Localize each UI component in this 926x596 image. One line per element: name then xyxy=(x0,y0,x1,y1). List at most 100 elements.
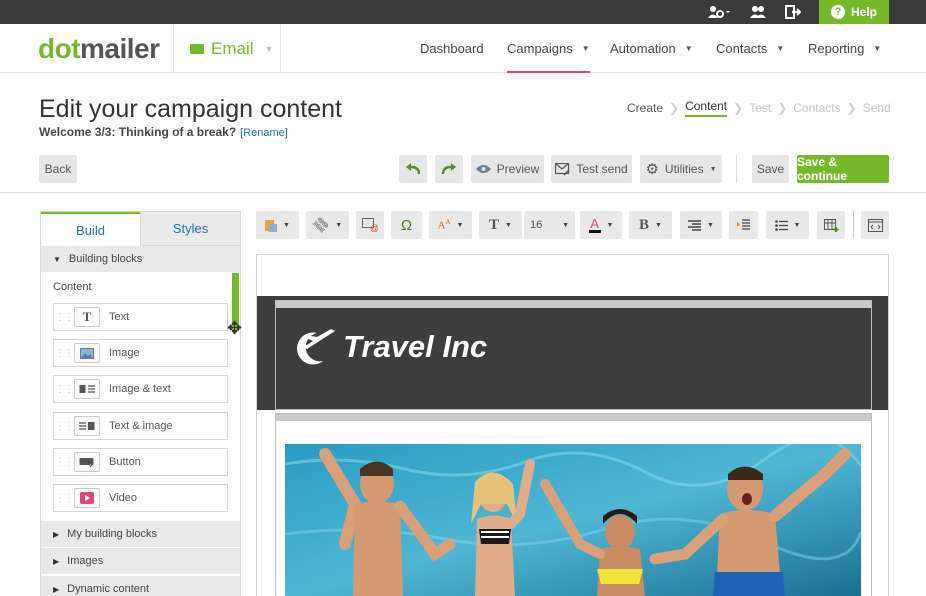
campaign-name: Welcome 3/3: Thinking of a break? [Rename… xyxy=(39,125,288,139)
button-icon xyxy=(74,452,100,472)
test-send-button[interactable]: Test send xyxy=(551,155,632,183)
utilities-button[interactable]: ⚙ Utilities ▼ xyxy=(640,155,722,183)
main-header: dotmailer Email ▼ Dashboard Campaigns ▼ A… xyxy=(0,24,926,73)
toolbar-divider xyxy=(736,155,737,183)
step-test: Test xyxy=(749,101,772,115)
source-code-icon xyxy=(867,218,883,232)
section-building-blocks[interactable]: ▼ Building blocks xyxy=(41,246,240,272)
users-icon[interactable] xyxy=(750,4,766,20)
insert-table-button[interactable] xyxy=(817,211,845,239)
indent-button[interactable] xyxy=(729,211,758,239)
email-canvas[interactable]: Travel Inc xyxy=(256,254,889,596)
link-icon: ⛓ xyxy=(309,213,332,236)
block-text-image[interactable]: ⋮⋮ Text & image xyxy=(53,412,228,440)
save-button[interactable]: Save xyxy=(752,155,789,183)
nav-reporting[interactable]: Reporting ▼ xyxy=(808,24,881,73)
preview-button[interactable]: Preview xyxy=(471,155,544,183)
nav-dashboard[interactable]: Dashboard xyxy=(420,24,484,73)
section-my-building-blocks[interactable]: ▶ My building blocks xyxy=(41,521,240,547)
text-icon: T xyxy=(74,307,100,327)
bullet-list-icon xyxy=(774,219,788,231)
chevron-down-icon: ▼ xyxy=(776,44,785,53)
font-color-button[interactable]: A ▼ xyxy=(580,211,622,239)
panel-tabs: Build Styles xyxy=(41,212,240,246)
omega-icon: Ω xyxy=(400,216,413,234)
tab-build[interactable]: Build xyxy=(41,212,140,246)
block-image-text[interactable]: ⋮⋮ Image & text xyxy=(53,375,228,403)
page-title: Edit your campaign content xyxy=(39,95,342,123)
text-style-button[interactable]: AA ▼ xyxy=(429,211,472,239)
envelope-icon xyxy=(190,43,204,54)
block-button[interactable]: ⋮⋮ Button xyxy=(53,448,228,476)
image-icon xyxy=(74,343,100,363)
personalise-button[interactable]: @ xyxy=(356,211,384,239)
dotmailer-logo[interactable]: dotmailer xyxy=(38,33,160,65)
gear-icon: ⚙ xyxy=(645,161,659,178)
font-family-button[interactable]: T ▼ xyxy=(479,211,522,239)
nav-contacts[interactable]: Contacts ▼ xyxy=(716,24,784,73)
drag-handle-icon[interactable]: ⋮⋮ xyxy=(54,348,74,359)
help-label: Help xyxy=(850,5,877,19)
builder-panel: Build Styles ▼ Building blocks Content ⋮… xyxy=(40,211,241,596)
drag-handle-icon[interactable]: ⋮⋮ xyxy=(54,384,74,395)
bold-button[interactable]: B ▼ xyxy=(629,211,672,239)
svg-text:@: @ xyxy=(370,223,378,232)
block-image[interactable]: ⋮⋮ Image xyxy=(53,339,228,367)
question-icon: ? xyxy=(830,5,845,19)
drag-handle-icon[interactable]: ⋮⋮ xyxy=(54,312,74,323)
undo-button[interactable] xyxy=(399,155,427,183)
redo-button[interactable] xyxy=(435,155,463,183)
rename-link[interactable]: [Rename] xyxy=(240,127,288,139)
hero-image[interactable] xyxy=(285,444,861,596)
font-color-icon: A xyxy=(588,216,601,233)
account-settings-icon[interactable] xyxy=(708,4,730,20)
list-button[interactable]: ▼ xyxy=(766,211,809,239)
nav-campaigns[interactable]: Campaigns ▼ xyxy=(507,24,590,73)
toolbar-divider xyxy=(853,211,854,239)
triangle-right-icon: ▶ xyxy=(53,529,60,539)
align-right-icon xyxy=(688,219,702,231)
back-button[interactable]: Back xyxy=(39,155,77,183)
tab-styles[interactable]: Styles xyxy=(140,212,240,246)
font-icon: T xyxy=(489,216,500,233)
plane-logo-icon xyxy=(297,329,335,365)
step-create[interactable]: Create xyxy=(627,101,663,115)
paste-button[interactable]: ▼ xyxy=(256,211,299,239)
chevron-down-icon: ▼ xyxy=(684,44,693,53)
chevron-down-icon: ▼ xyxy=(581,44,590,53)
logout-icon[interactable] xyxy=(785,4,801,20)
drag-handle-icon[interactable]: ⋮⋮ xyxy=(54,457,74,468)
drag-handle-icon[interactable]: ⋮⋮ xyxy=(54,493,74,504)
table-add-icon xyxy=(823,218,838,232)
row-handle[interactable] xyxy=(276,301,871,308)
app-name: Email xyxy=(211,38,254,58)
image-text-icon xyxy=(74,379,100,399)
section-dynamic-content[interactable]: ▶ Dynamic content xyxy=(41,576,240,596)
save-continue-button[interactable]: Save & continue xyxy=(797,155,889,183)
chevron-right-icon: ❯ xyxy=(777,101,788,115)
wizard-steps: Create ❯ Content ❯ Test ❯ Contacts ❯ Sen… xyxy=(627,99,891,117)
block-video[interactable]: ⋮⋮ Video xyxy=(53,484,228,512)
row-handle[interactable] xyxy=(276,414,871,421)
link-button[interactable]: ⛓ ▼ xyxy=(306,211,349,239)
drag-handle-icon[interactable]: ⋮⋮ xyxy=(54,421,74,432)
help-button[interactable]: ? Help xyxy=(819,0,889,24)
font-size-select[interactable]: 16 ▼ xyxy=(524,211,575,239)
travel-inc-logo[interactable]: Travel Inc xyxy=(295,325,487,369)
special-character-button[interactable]: Ω xyxy=(391,211,422,239)
move-cursor-icon: ✥ xyxy=(227,318,243,338)
source-code-button[interactable] xyxy=(861,211,889,239)
block-text[interactable]: ⋮⋮ T Text xyxy=(53,303,228,331)
step-content[interactable]: Content xyxy=(685,99,728,117)
section-images[interactable]: ▶ Images xyxy=(41,548,240,574)
eye-icon xyxy=(475,165,491,173)
chevron-right-icon: ❯ xyxy=(846,101,857,115)
paste-icon xyxy=(265,219,278,232)
align-button[interactable]: ▼ xyxy=(680,211,722,239)
app-switcher[interactable]: Email ▼ xyxy=(173,24,281,73)
bold-icon: B xyxy=(639,216,650,233)
triangle-right-icon: ▶ xyxy=(53,584,60,594)
video-icon xyxy=(74,488,100,508)
nav-automation[interactable]: Automation ▼ xyxy=(610,24,693,73)
step-contacts: Contacts xyxy=(793,101,841,115)
